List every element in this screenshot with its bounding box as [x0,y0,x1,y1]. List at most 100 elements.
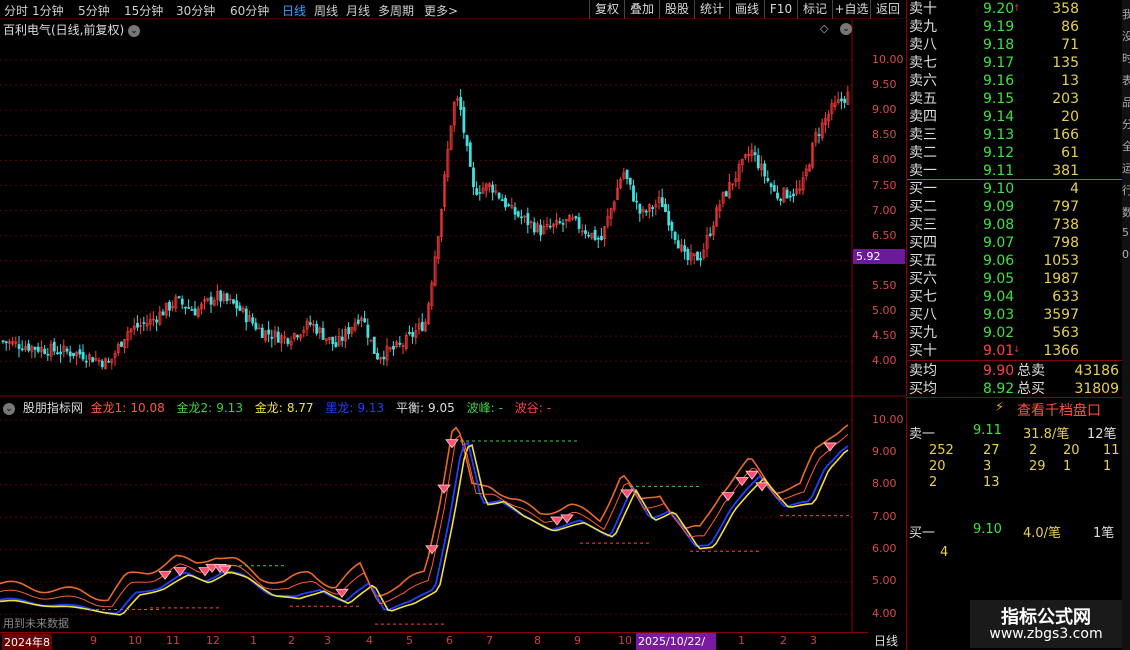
legend-pingheng: 平衡: 9.05 [396,401,459,415]
bid-row[interactable]: 买一 9.10 4 [907,180,1123,198]
candle-body [315,323,319,334]
ask-row[interactable]: 卖八 9.18 71 [907,36,1123,54]
mark-button[interactable]: 标记 [797,0,832,19]
bid-volume: 3597 [1043,307,1079,323]
date-axis-label: 2 [780,634,787,647]
candle-body [100,360,104,368]
bid-row[interactable]: 买五 9.06 1053 [907,252,1123,270]
candle-body [1,340,5,343]
tab-weekly[interactable]: 周线 [314,2,338,19]
sell-queue-item: 1 [1063,459,1072,474]
candle-body [219,290,223,302]
bid-label: 买八 [909,307,937,323]
candle-body [465,135,469,147]
candle-body [468,142,472,167]
tab-multi-period[interactable]: 多周期 [378,2,414,19]
chevron-down-icon[interactable]: ⌄ [840,21,852,35]
legend-value: - [546,401,552,415]
ask-row[interactable]: 卖三 9.13 166 [907,126,1123,144]
ask-row[interactable]: 卖六 9.16 13 [907,72,1123,90]
bid-volume: 633 [1052,289,1079,305]
bid-row[interactable]: 买七 9.04 633 [907,288,1123,306]
candle-body [459,97,463,110]
indicator-title[interactable]: 股朋指标网 [23,401,83,415]
candle-body [472,167,475,188]
statistics-button[interactable]: 统计 [694,0,729,19]
gem-marker [445,439,459,449]
chevron-down-icon[interactable]: ⌄ [3,402,15,415]
candle-body [168,301,171,311]
sell-queue-item: 20 [1063,443,1080,458]
candle-body [331,336,335,345]
bid-volume: 563 [1052,325,1079,341]
side-glyph: 时 [1122,52,1130,65]
legend-value: - [498,401,503,415]
bid-row[interactable]: 买四 9.07 798 [907,234,1123,252]
candle-body [539,224,543,236]
bid-label: 买十 [909,343,937,359]
legend-label: 金龙2: [176,401,213,415]
ask-row[interactable]: 卖四 9.14 20 [907,108,1123,126]
side-glyph: 我 [1122,8,1130,21]
tab-more[interactable]: 更多> [424,2,458,19]
back-button[interactable]: 返回 [870,0,905,19]
bid-row[interactable]: 买九 9.02 563 [907,324,1123,342]
add-watchlist-button[interactable]: +自选 [832,0,870,19]
draw-line-button[interactable]: 画线 [729,0,764,19]
date-axis-label: 2024年8 [2,634,52,650]
tab-1min[interactable]: 1分钟 [32,2,64,19]
bid-label: 买七 [909,289,937,305]
ask-label: 卖七 [909,55,937,71]
ask-row[interactable]: 卖五 9.15 203 [907,90,1123,108]
total-buy-value: 31809 [1074,381,1119,397]
tab-15min[interactable]: 15分钟 [124,2,163,19]
candle-body [340,336,344,341]
ask-row[interactable]: 卖九 9.19 86 [907,18,1123,36]
jinlong1-line [0,424,849,602]
candle-body [238,305,242,311]
tab-fenshi[interactable]: 分时 [4,2,28,19]
tab-30min[interactable]: 30分钟 [176,2,215,19]
buy1-price: 9.10 [973,522,1002,537]
overlay-button[interactable]: 叠加 [624,0,659,19]
bid-label: 买五 [909,253,937,269]
bid-row[interactable]: 买二 9.09 797 [907,198,1123,216]
candle-body [276,331,280,343]
ask-volume: 61 [1061,145,1079,161]
gem-marker [437,484,451,494]
indicator-axis-label: 7.00 [872,510,897,523]
candle-body [699,258,703,261]
candle-body [817,134,821,136]
bid-row[interactable]: 买八 9.03 3597 [907,306,1123,324]
ask-row[interactable]: 卖二 9.12 61 [907,144,1123,162]
date-axis-label: 3 [324,634,331,647]
candle-body [504,197,507,208]
candle-body [491,184,495,193]
period-label[interactable]: 日线 [866,632,906,650]
date-axis-label: 8 [534,634,541,647]
bid-row[interactable]: 买三 9.08 738 [907,216,1123,234]
jinlong-line [0,443,849,616]
price-chart[interactable] [0,19,906,632]
date-axis-label: 1 [738,634,745,647]
legend-value: 8.77 [286,401,314,415]
ask-row[interactable]: 卖七 9.17 135 [907,54,1123,72]
stock-stock-button[interactable]: 股股 [659,0,694,19]
diamond-icon[interactable]: ◇ [820,22,828,35]
candle-body [225,293,229,302]
tab-5min[interactable]: 5分钟 [78,2,110,19]
f10-button[interactable]: F10 [764,0,797,19]
bid-row[interactable]: 买六 9.05 1987 [907,270,1123,288]
ask-row[interactable]: 卖一 9.11 381 [907,162,1123,180]
tab-monthly[interactable]: 月线 [346,2,370,19]
view-depth-button[interactable]: 查看千档盘口 [1017,400,1101,420]
adjust-button[interactable]: 复权 [589,0,624,19]
tab-daily[interactable]: 日线 [282,2,306,19]
ask-label: 卖四 [909,109,937,125]
chevron-down-icon[interactable]: ⌄ [128,24,141,37]
sell-queue-item: 252 [929,443,954,458]
tab-60min[interactable]: 60分钟 [230,2,269,19]
candle-body [190,309,194,311]
bid-average-row: 买均 8.92 总买 31809 [907,380,1123,398]
candle-body [91,357,95,363]
